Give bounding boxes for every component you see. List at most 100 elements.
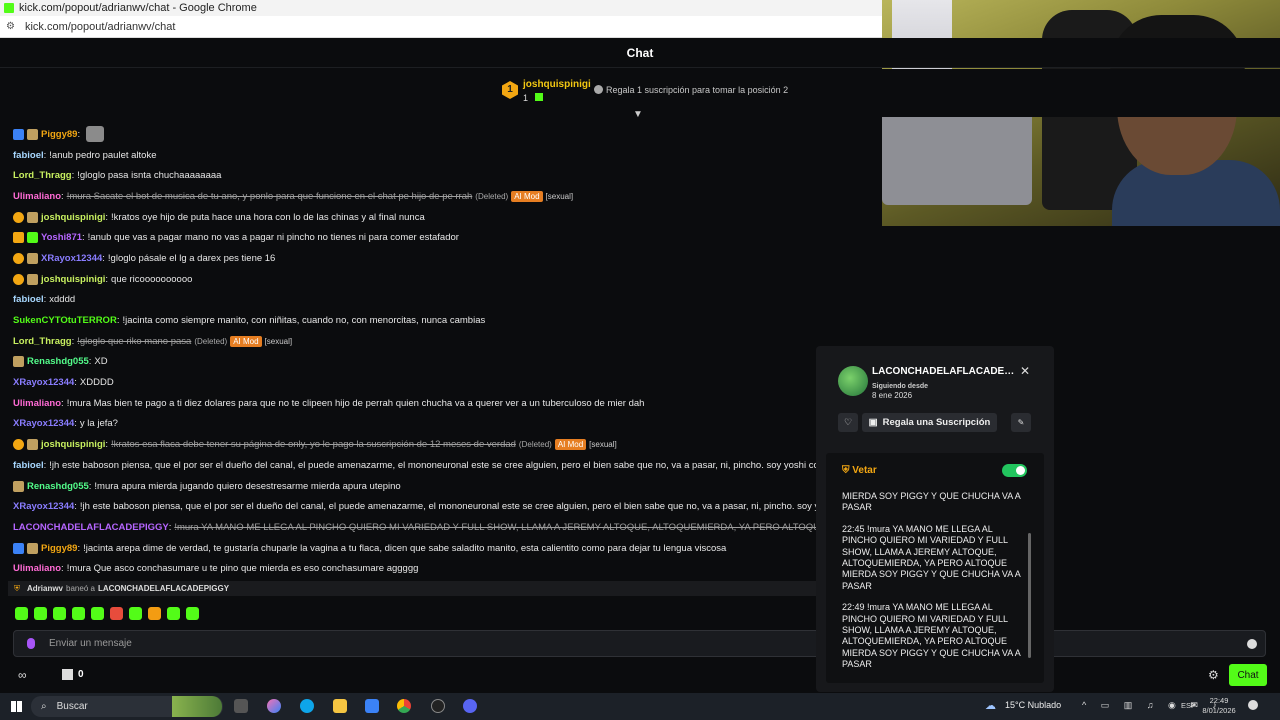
message-username[interactable]: Piggy89 (41, 129, 77, 140)
emote-icon[interactable] (53, 607, 66, 620)
username-separator: : (74, 501, 77, 513)
chat-message[interactable]: XRayox12344: !gloglo pásale el lg a darex… (0, 248, 816, 269)
chat-message[interactable]: Lord_Thragg: !gloglo que riko mano pasa (D… (0, 331, 816, 352)
message-username[interactable]: fabioel (13, 150, 44, 161)
chat-message[interactable]: joshquispinigi: !kratos esa flaca debe te… (0, 434, 816, 455)
emote-icon[interactable] (110, 607, 123, 620)
message-username[interactable]: joshquispinigi (41, 212, 105, 223)
chat-message[interactable]: Renashdg055: XD (0, 352, 816, 373)
site-info-icon[interactable]: ⚙ (6, 21, 15, 32)
chat-message[interactable]: joshquispinigi: !kratos oye hijo de puta … (0, 207, 816, 228)
message-username[interactable]: XRayox12344 (13, 377, 74, 388)
chat-message[interactable]: fabioel: xdddd (0, 290, 816, 311)
shield-icon: ⛨ (14, 583, 20, 593)
address-bar[interactable]: ⚙ kick.com/popout/adrianwv/chat (0, 16, 882, 38)
emoji-icon[interactable] (1247, 639, 1257, 649)
sub-badge-icon (13, 356, 24, 368)
obs-icon[interactable] (431, 699, 445, 713)
username-separator: : (61, 397, 64, 409)
settings-gear-icon[interactable]: ⚙ (1208, 668, 1219, 682)
chat-message[interactable]: Ulimaliano: !mura Mas bien te pago a ti d… (0, 393, 816, 414)
chat-message[interactable]: fabioel: !jh este baboson piensa, que el … (0, 455, 816, 476)
url-text[interactable]: kick.com/popout/adrianwv/chat (25, 21, 175, 33)
task-view-icon[interactable] (234, 699, 248, 713)
notifications-icon[interactable] (1248, 700, 1258, 710)
chrome-icon[interactable] (397, 699, 411, 713)
collapse-icon[interactable]: ▼ (633, 109, 643, 120)
message-username[interactable]: fabioel (13, 460, 44, 471)
message-username[interactable]: Lord_Thragg (13, 170, 72, 181)
usercard-username[interactable]: LACONCHADELAFLACADEPI... (872, 366, 1017, 377)
language-indicator[interactable]: ESP (1181, 701, 1196, 710)
chat-message[interactable]: XRayox12344: !jh este baboson piensa, que… (0, 496, 816, 517)
windows-start-icon[interactable] (11, 701, 22, 712)
leaderboard-hint: Regala 1 suscripción para tomar la posic… (606, 85, 789, 95)
message-username[interactable]: Ulimaliano (13, 191, 61, 202)
message-username[interactable]: XRayox12344 (41, 253, 102, 264)
emote-icon[interactable] (167, 607, 180, 620)
send-chat-button[interactable]: Chat (1229, 664, 1267, 686)
chat-message[interactable]: XRayox12344: XDDDD (0, 372, 816, 393)
message-username[interactable]: fabioel (13, 294, 44, 305)
ban-actor[interactable]: Adrianwv (27, 584, 63, 593)
leader-count: 1 (523, 93, 529, 103)
username-separator: : (88, 480, 92, 492)
chat-input-box[interactable] (13, 630, 1266, 657)
message-username[interactable]: LACONCHADELAFLACADEPIGGY (13, 522, 169, 533)
chat-message[interactable]: SukenCYTOtuTERROR: !jacinta como siempre … (0, 310, 816, 331)
chat-message[interactable]: joshquispinigi: que ricoooooooooo (0, 269, 816, 290)
follow-heart-button[interactable]: ♡ (838, 413, 858, 432)
message-username[interactable]: XRayox12344 (13, 501, 74, 512)
deleted-tag: (Deleted) (475, 191, 509, 201)
copilot-icon[interactable] (267, 699, 281, 713)
emote-icon[interactable] (91, 607, 104, 620)
clock[interactable]: 22:49 8/01/2026 (1202, 696, 1236, 716)
chat-message[interactable]: XRayox12344: y la jefa? (0, 414, 816, 435)
chat-message[interactable]: Piggy89: !jacinta arepa dime de verdad, t… (0, 538, 816, 559)
message-username[interactable]: Renashdg055 (27, 356, 89, 367)
chat-message[interactable]: Ulimaliano: !mura Sacate el bot de musica… (0, 186, 816, 207)
message-username[interactable]: SukenCYTOtuTERROR (13, 315, 117, 326)
pin-icon[interactable]: ✎ (1011, 413, 1031, 432)
file-explorer-icon[interactable] (333, 699, 347, 713)
chat-message[interactable]: LACONCHADELAFLACADEPIGGY: !mura YA MANO M… (0, 517, 816, 538)
ban-action: baneó a (66, 584, 95, 593)
store-icon[interactable] (365, 699, 379, 713)
chat-message[interactable]: Yoshi871: !anub que vas a pagar mano no v… (0, 227, 816, 248)
emote-icon[interactable] (15, 607, 28, 620)
emote-icon[interactable] (34, 607, 47, 620)
message-username[interactable]: Ulimaliano (13, 563, 61, 574)
emote-icon[interactable] (186, 607, 199, 620)
message-username[interactable]: Yoshi871 (41, 232, 82, 243)
microphone-icon[interactable] (27, 638, 35, 649)
weather-text[interactable]: 15°C Nublado (1005, 700, 1061, 710)
close-icon[interactable]: ✕ (1020, 364, 1030, 378)
chat-message[interactable]: Piggy89: (0, 124, 816, 145)
message-username[interactable]: Piggy89 (41, 543, 77, 554)
gift-box-icon[interactable] (62, 669, 73, 680)
message-username[interactable]: XRayox12344 (13, 418, 74, 429)
scrollbar[interactable] (1028, 533, 1031, 658)
message-username[interactable]: Ulimaliano (13, 398, 61, 409)
chat-message[interactable]: Renashdg055: !mura apura mierda jugando q… (0, 476, 816, 497)
discord-icon[interactable] (463, 699, 477, 713)
gift-sub-button[interactable]: ▣ Regala una Suscripción (862, 413, 997, 432)
chat-messages[interactable]: Piggy89: fabioel: !anub pedro paulet altok… (0, 124, 816, 580)
chat-message[interactable]: Ulimaliano: !mura Que asco conchasumare u… (0, 558, 816, 579)
message-username[interactable]: joshquispinigi (41, 439, 105, 450)
ban-target[interactable]: LACONCHADELAFLACADEPIGGY (98, 584, 229, 593)
emote-icon[interactable] (129, 607, 142, 620)
leader-username[interactable]: joshquispinigi (523, 79, 591, 90)
infinity-icon[interactable]: ∞ (18, 668, 27, 682)
emote-icon[interactable] (72, 607, 85, 620)
edge-icon[interactable] (300, 699, 314, 713)
chat-message[interactable]: fabioel: !anub pedro paulet altoke (0, 145, 816, 166)
message-username[interactable]: Lord_Thragg (13, 336, 72, 347)
weather-icon[interactable]: ☁ (985, 699, 996, 712)
message-username[interactable]: Renashdg055 (27, 481, 89, 492)
chat-footer: ∞ 0 ⚙ Chat (0, 662, 1280, 690)
vetar-toggle[interactable] (1002, 464, 1027, 477)
chat-message[interactable]: Lord_Thragg: !gloglo pasa isnta chuchaaaa… (0, 165, 816, 186)
emote-icon[interactable] (148, 607, 161, 620)
message-username[interactable]: joshquispinigi (41, 274, 105, 285)
